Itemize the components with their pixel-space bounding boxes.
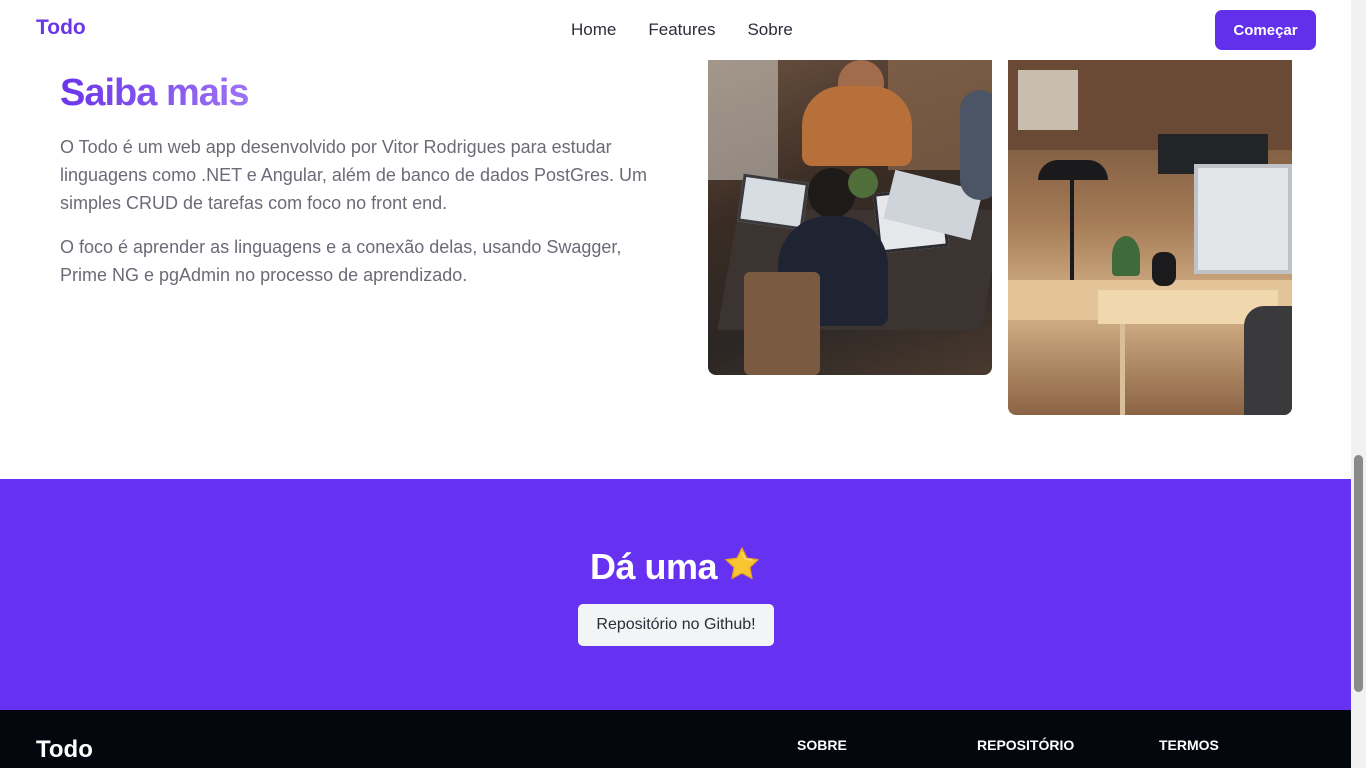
comecar-button[interactable]: Começar (1215, 10, 1316, 50)
about-paragraph-2: O foco é aprender as linguagens e a cone… (60, 237, 622, 285)
nav-home-link[interactable]: Home (571, 20, 616, 40)
about-title: Saiba mais (60, 72, 250, 114)
scrollbar-thumb[interactable] (1354, 455, 1363, 692)
cta-title: Dá uma (0, 545, 1351, 592)
footer-termos-heading: TERMOS (1159, 737, 1219, 753)
about-paragraph-1: O Todo é um web app desenvolvido por Vit… (60, 137, 648, 213)
footer-repositorio-heading: REPOSITÓRIO (977, 737, 1075, 753)
brand-logo[interactable]: Todo (36, 16, 86, 40)
nav-sobre-link[interactable]: Sobre (747, 20, 792, 40)
people-working-on-laptops-photo (708, 60, 992, 375)
star-icon (723, 545, 761, 592)
footer-brand[interactable]: Todo (36, 736, 93, 764)
cta-title-text: Dá uma (589, 546, 718, 587)
top-navbar: Todo Home Features Sobre Começar (0, 0, 1351, 60)
office-workspace-photo (1008, 60, 1292, 415)
vertical-scrollbar[interactable] (1351, 0, 1366, 768)
footer-sobre-heading: SOBRE (797, 737, 847, 753)
footer: Todo SOBRE REPOSITÓRIO TERMOS (0, 710, 1351, 768)
nav-features-link[interactable]: Features (648, 20, 715, 40)
page: Todo Home Features Sobre Começar Saiba m… (0, 0, 1366, 768)
github-cta-section: Dá uma Repositório no Github! (0, 479, 1351, 710)
github-repository-button[interactable]: Repositório no Github! (578, 604, 774, 646)
main-nav: Home Features Sobre (571, 20, 793, 40)
